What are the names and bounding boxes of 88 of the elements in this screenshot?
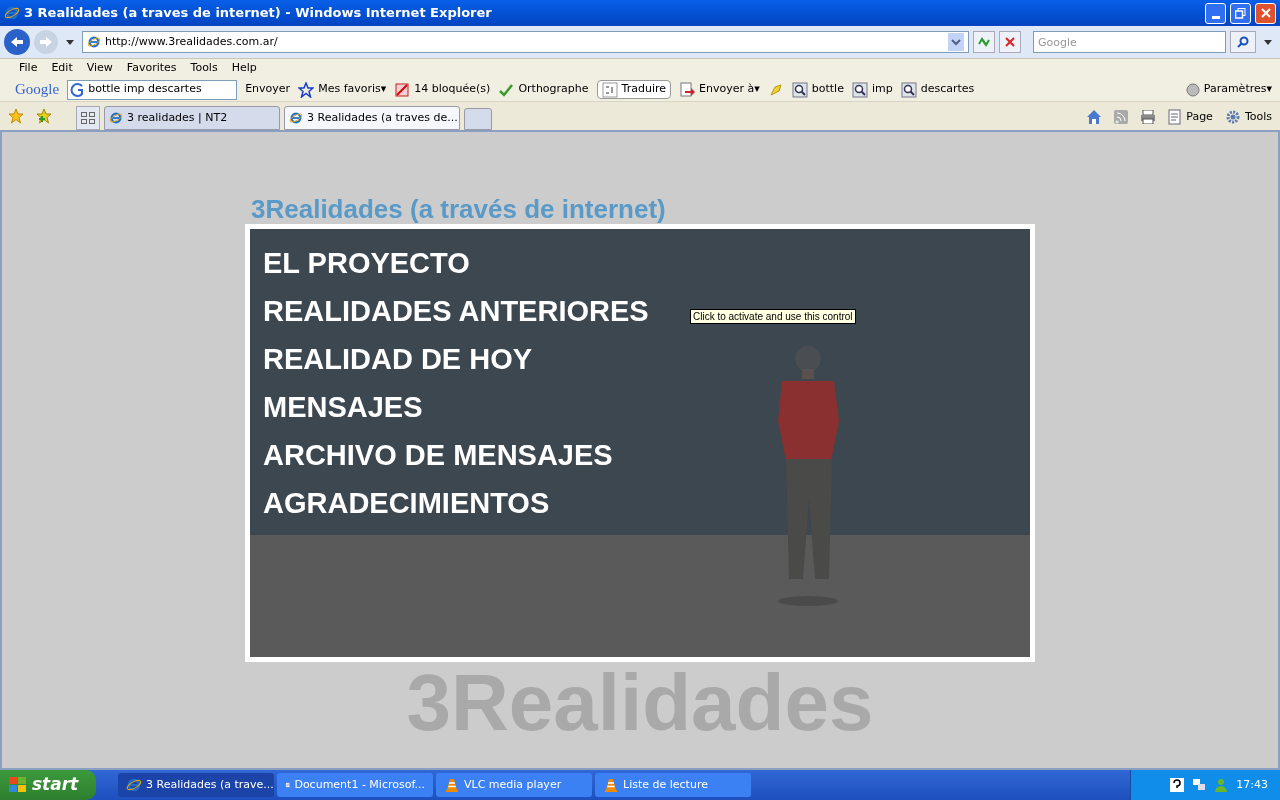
menu-item[interactable]: View	[86, 60, 113, 77]
magnifier-icon	[851, 81, 868, 98]
g-logo-icon	[70, 81, 85, 98]
caret-icon	[1264, 39, 1272, 45]
magnifier-icon	[791, 81, 808, 98]
site-heading: 3Realidades (a través de internet)	[250, 194, 667, 224]
printer-icon[interactable]	[1140, 109, 1157, 124]
menu-link[interactable]: EL PROYECTO	[263, 243, 470, 283]
menu-link[interactable]: REALIDADES ANTERIORES	[263, 291, 649, 331]
menu-item[interactable]: Help	[231, 60, 257, 77]
taskbar-button[interactable]: VLC media player	[436, 773, 592, 797]
stop-button[interactable]	[999, 31, 1021, 53]
menu-link[interactable]: REALIDAD DE HOY	[263, 339, 533, 379]
menu-link[interactable]: AGRADECIMIENTOS	[263, 483, 550, 523]
taskbar-button[interactable]: Liste de lecture	[595, 773, 751, 797]
google-search-field[interactable]: bottle imp descartes	[67, 79, 238, 100]
toolbar-button[interactable]: Envoyer à▾	[679, 81, 760, 98]
menu-item[interactable]: File	[19, 60, 38, 77]
menu-link[interactable]: ARCHIVO DE MENSAJES	[263, 435, 613, 475]
star-icon	[298, 81, 315, 98]
dropdown-icon	[948, 33, 964, 51]
refresh-button[interactable]	[973, 31, 995, 53]
restore-icon	[1235, 7, 1246, 19]
home-icon[interactable]	[1086, 108, 1103, 125]
tab[interactable]: 3 Realidades (a traves de...	[284, 106, 460, 130]
browser-e-icon	[126, 777, 142, 793]
menu-item[interactable]: Favorites	[126, 60, 177, 77]
clock: 17:43	[1236, 776, 1268, 793]
page-icon	[1168, 108, 1183, 125]
left-arrow-icon	[10, 36, 24, 48]
help-icon[interactable]	[1170, 778, 1185, 792]
minimize-button[interactable]	[1205, 2, 1226, 24]
toolbar-button[interactable]: 14 bloquée(s)	[394, 81, 491, 98]
menu-item[interactable]: Tools	[190, 60, 218, 77]
tab-title: 3 realidades | NT2	[127, 109, 229, 126]
close-button[interactable]	[1255, 2, 1276, 24]
query-text: bottle imp descartes	[88, 81, 203, 98]
taskbar-button[interactable]: 3 Realidades (a trave...	[118, 773, 274, 797]
browser-e-icon	[87, 35, 101, 49]
star-icon[interactable]	[8, 108, 24, 124]
toolbar-button[interactable]: descartes	[900, 81, 975, 98]
right-arrow-icon	[39, 36, 53, 48]
browser-e-icon	[109, 111, 123, 125]
add-star-icon[interactable]	[36, 108, 52, 124]
tooltip: Click to activate and use this control	[690, 309, 856, 324]
traffic-cone-icon	[603, 777, 619, 793]
grid-icon	[81, 112, 95, 124]
settings-button[interactable]: Paramètres▾	[1185, 81, 1272, 98]
search-field[interactable]: Google	[1033, 31, 1226, 53]
quick-tabs-button[interactable]	[76, 106, 100, 130]
menu-link[interactable]: MENSAJES	[263, 387, 423, 427]
url-text: http://www.3realidades.com.ar/	[105, 33, 279, 50]
feed-icon[interactable]	[1114, 109, 1129, 124]
toolbar-button[interactable]: Orthographe	[498, 81, 589, 98]
search-button[interactable]	[1230, 31, 1256, 53]
page-menu-button[interactable]: Page	[1168, 108, 1213, 125]
windows-flag-icon	[8, 776, 28, 794]
tools-menu-button[interactable]: Tools	[1224, 108, 1272, 125]
google-logo: Google	[15, 80, 60, 100]
start-button[interactable]: start	[0, 770, 96, 800]
tab[interactable]: 3 realidades | NT2	[104, 106, 280, 130]
window-title: 3 Realidades (a traves de internet) - Windows Internet Explorer	[24, 4, 493, 23]
address-field[interactable]: http://www.3realidades.com.ar/	[82, 31, 969, 53]
toolbar-button[interactable]: imp	[851, 81, 893, 98]
close-icon	[1260, 8, 1271, 18]
traffic-cone-icon	[444, 777, 460, 793]
magnifier-icon	[900, 81, 917, 98]
taskbar-button[interactable]: Document1 - Microsof...	[277, 773, 433, 797]
tab-title: 3 Realidades (a traves de...	[307, 109, 458, 126]
caret-icon	[66, 39, 74, 45]
menu-item[interactable]: Edit	[51, 60, 73, 77]
toolbar-button[interactable]: Traduire	[596, 80, 671, 99]
gear-icon	[1224, 108, 1241, 125]
toolbar-button[interactable]: bottle	[791, 81, 844, 98]
restore-button[interactable]	[1230, 2, 1251, 24]
minimize-icon	[1211, 15, 1220, 19]
network-icon[interactable]	[1192, 778, 1207, 792]
search-icon	[1237, 36, 1249, 48]
back-button[interactable]	[4, 29, 30, 55]
browser-e-icon	[289, 111, 303, 125]
send-button[interactable]: Envoyer	[245, 81, 291, 98]
translate-icon	[601, 81, 618, 98]
blocked-popup-icon	[394, 81, 411, 98]
browser-e-icon	[4, 5, 20, 21]
x-icon	[1005, 37, 1015, 47]
circle-icon	[1185, 82, 1200, 97]
highlighter-icon	[767, 81, 784, 98]
toolbar-button[interactable]: Mes favoris▾	[298, 81, 387, 98]
